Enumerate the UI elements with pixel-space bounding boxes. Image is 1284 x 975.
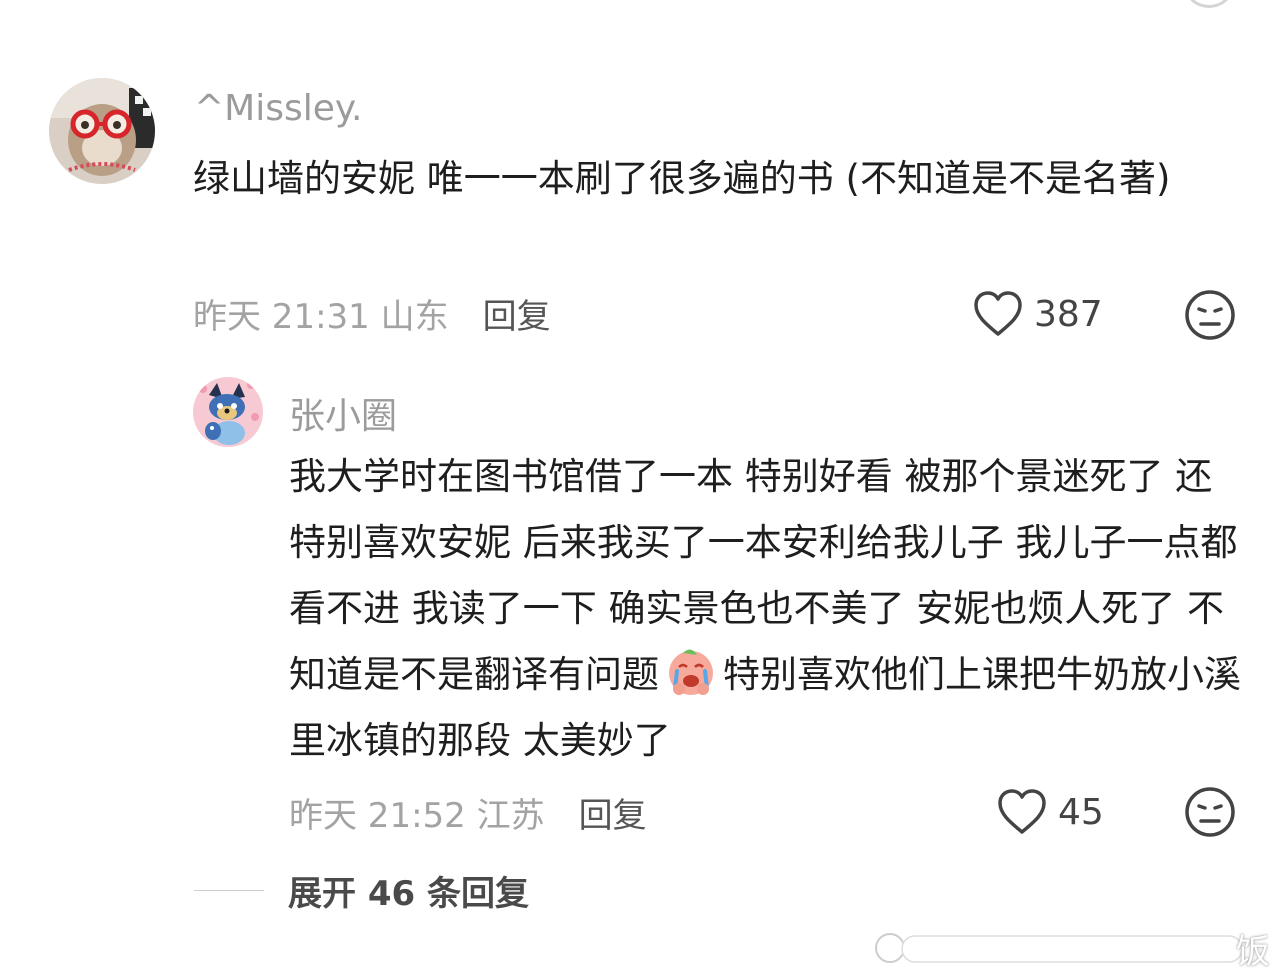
like-count: 387	[1034, 293, 1103, 335]
divider-line	[194, 890, 264, 891]
avatar[interactable]	[193, 377, 263, 447]
reply-button[interactable]: 回复	[483, 289, 551, 338]
comment-meta: 昨天 21:31 山东 回复	[193, 289, 551, 338]
reply-text: 我大学时在图书馆借了一本 特别好看 被那个景迷死了 还特别喜欢安妮 后来我买了一…	[289, 444, 1244, 774]
reply-meta: 昨天 21:52 江苏 回复	[289, 788, 647, 837]
avatar[interactable]	[49, 78, 155, 184]
like-button[interactable]: 45	[996, 788, 1104, 836]
reply-username[interactable]: 张小圈	[289, 387, 397, 439]
comment-time-location: 昨天 21:31 山东	[193, 297, 449, 337]
crying-emoji-icon	[669, 649, 713, 695]
watermark-text: 饭	[1236, 932, 1270, 972]
reply-time-location: 昨天 21:52 江苏	[289, 796, 545, 836]
reply-button[interactable]: 回复	[579, 788, 647, 837]
meh-face-icon[interactable]	[1184, 786, 1236, 838]
comment-thread: ^Missley. 绿山墙的安妮 唯一一本刷了很多遍的书 (不知道是不是名著) …	[0, 0, 1284, 975]
expand-replies-label: 展开 46 条回复	[288, 874, 529, 914]
like-count: 45	[1058, 791, 1104, 833]
watermark: 饭	[872, 924, 1284, 972]
expand-replies-button[interactable]: 展开 46 条回复	[194, 866, 529, 915]
meh-face-icon[interactable]	[1184, 289, 1236, 341]
comment-username[interactable]: ^Missley.	[194, 88, 363, 129]
comment-text: 绿山墙的安妮 唯一一本刷了很多遍的书 (不知道是不是名著)	[193, 157, 1171, 200]
heart-outline-icon	[998, 789, 1046, 834]
watermark-logo	[875, 933, 1243, 963]
heart-outline-icon	[974, 291, 1022, 336]
like-button[interactable]: 387	[972, 290, 1103, 338]
top-icon-fragment	[1186, 0, 1232, 8]
